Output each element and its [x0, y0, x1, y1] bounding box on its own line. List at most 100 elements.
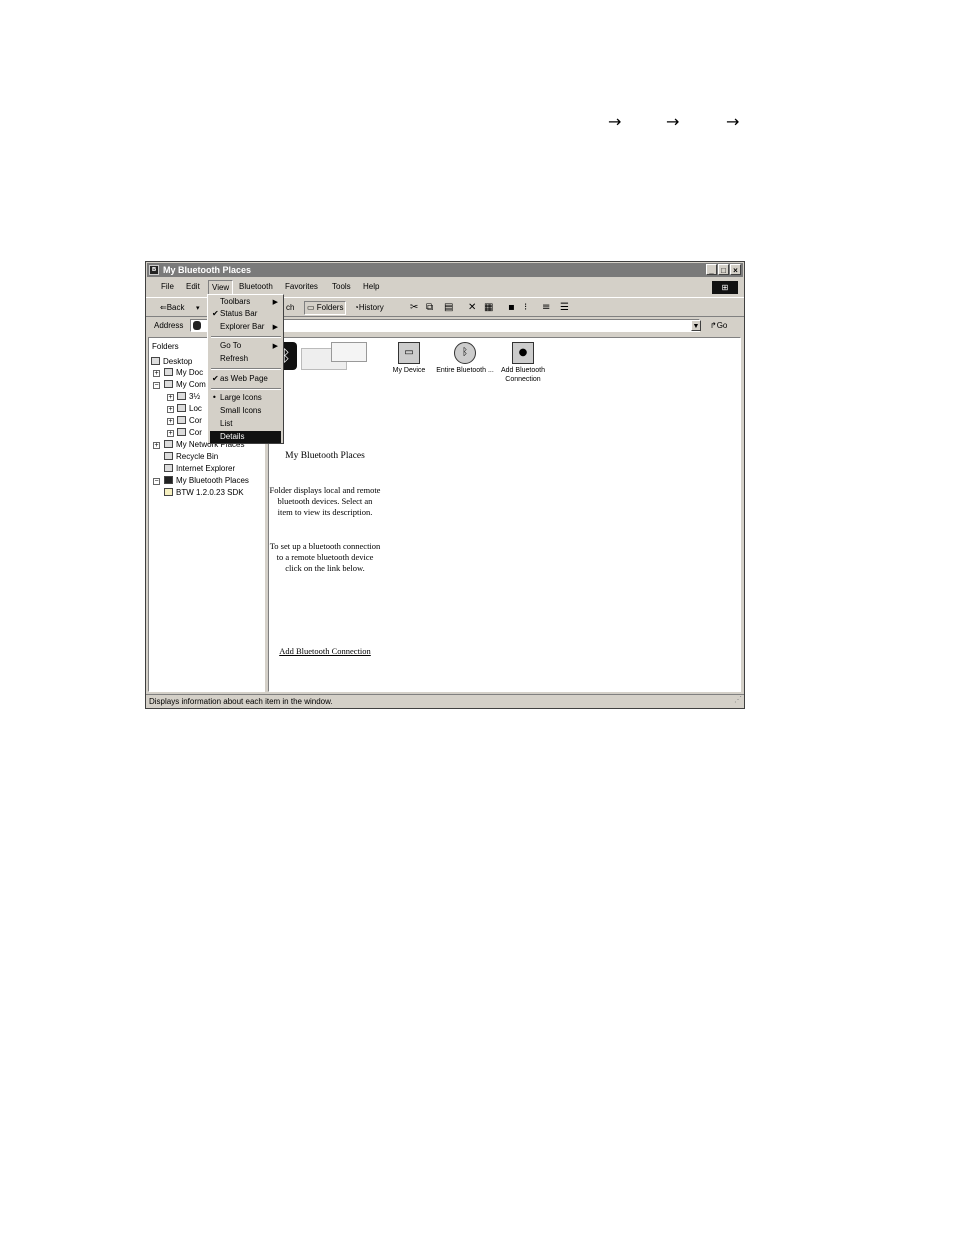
small-icons-view-icon[interactable]: ⁝	[524, 302, 527, 314]
recycle-bin-icon	[164, 452, 173, 460]
control-panel-icon	[177, 428, 186, 436]
wizard-icon: ●	[512, 342, 534, 364]
menu-edit[interactable]: Edit	[183, 279, 203, 295]
menu-bluetooth[interactable]: Bluetooth	[236, 279, 276, 295]
menu-view[interactable]: View	[208, 280, 234, 295]
address-dropdown-icon[interactable]: ▼	[691, 320, 701, 331]
menu-separator	[211, 388, 281, 390]
tree-item-control-1[interactable]: Cor	[177, 416, 202, 426]
tree-item-bluetooth-places[interactable]: My Bluetooth Places	[164, 476, 249, 486]
menu-item-go-to[interactable]: Go To ▶	[210, 340, 281, 352]
expand-icon[interactable]: +	[153, 370, 160, 377]
device-label: Add Bluetooth Connection	[501, 367, 545, 383]
menu-tools[interactable]: Tools	[329, 279, 354, 295]
back-button[interactable]: ⇐Back	[160, 302, 185, 314]
radio-bullet-icon: •	[212, 393, 217, 402]
device-label: My Device	[392, 367, 426, 374]
resize-grip-icon[interactable]: ⋰	[734, 693, 742, 707]
submenu-arrow-icon: ▶	[272, 323, 278, 331]
go-button[interactable]: ↱Go	[710, 321, 727, 330]
menu-item-large-icons[interactable]: • Large Icons	[210, 392, 281, 404]
details-view-icon[interactable]: ☰	[560, 302, 569, 314]
tree-item-recycle-bin[interactable]: Recycle Bin	[164, 452, 218, 462]
bluetooth-banner: ᛒ	[275, 340, 367, 372]
tree-item-local-disk[interactable]: Loc	[177, 404, 202, 414]
menu-separator	[211, 368, 281, 370]
back-dropdown-icon[interactable]: ▾	[196, 302, 200, 314]
menu-help[interactable]: Help	[360, 279, 382, 295]
checkmark-icon: ✔	[212, 309, 219, 318]
arrow-glyph: →	[608, 112, 622, 131]
tree-item-my-documents[interactable]: My Doc	[164, 368, 203, 378]
menu-item-refresh[interactable]: Refresh	[210, 353, 281, 365]
menu-file[interactable]: File	[158, 279, 177, 295]
tree-item-floppy[interactable]: 3½	[177, 392, 200, 402]
tree-item-btw-sdk[interactable]: BTW 1.2.0.23 SDK	[164, 488, 244, 498]
cut-icon[interactable]: ✂	[410, 302, 418, 314]
description-text: To set up a bluetooth connection to a re…	[269, 541, 381, 573]
menu-favorites[interactable]: Favorites	[282, 279, 321, 295]
history-button[interactable]: ◔History	[354, 302, 384, 314]
menu-item-list[interactable]: List	[210, 418, 281, 430]
menu-separator	[211, 336, 281, 338]
submenu-arrow-icon: ▶	[272, 298, 278, 306]
menu-item-status-bar[interactable]: ✔ Status Bar	[210, 308, 281, 320]
description-title: My Bluetooth Places	[285, 451, 365, 461]
folders-header: Folders	[152, 342, 179, 351]
tree-item-control-2[interactable]: Cor	[177, 428, 202, 438]
bluetooth-icon: ʙ	[149, 265, 159, 275]
bluetooth-icon	[164, 476, 173, 484]
add-connection-link[interactable]: Add Bluetooth Connection	[269, 646, 381, 657]
expand-icon[interactable]: +	[153, 442, 160, 449]
folders-button[interactable]: ▭ Folders	[304, 301, 347, 315]
title-bar[interactable]: ʙ My Bluetooth Places _ □ ×	[147, 263, 743, 277]
network-icon	[164, 440, 173, 448]
tree-item-my-computer[interactable]: My Com	[164, 380, 206, 390]
expand-icon[interactable]: +	[167, 418, 174, 425]
folder-icon	[164, 488, 173, 496]
menu-item-explorer-bar[interactable]: Explorer Bar ▶	[210, 321, 281, 333]
device-add-connection[interactable]: ● Add Bluetooth Connection	[491, 342, 555, 384]
desktop-icon	[151, 357, 160, 365]
internet-explorer-icon	[164, 464, 173, 472]
copy-icon[interactable]: ⧉	[426, 302, 433, 314]
properties-icon[interactable]: ▦	[484, 302, 493, 314]
folders-icon: ▭	[307, 303, 315, 312]
checkmark-icon: ✔	[212, 374, 219, 383]
menu-item-web-page[interactable]: ✔ as Web Page	[210, 373, 281, 385]
device-entire-bluetooth[interactable]: ᛒ Entire Bluetooth ...	[433, 342, 497, 375]
maximize-button[interactable]: □	[718, 264, 729, 275]
large-icons-view-icon[interactable]: ▪	[508, 302, 515, 314]
arrow-glyph: →	[666, 112, 680, 131]
computer-icon	[164, 380, 173, 388]
tree-item-desktop[interactable]: Desktop	[151, 357, 192, 367]
banner-graphic	[331, 342, 367, 362]
minimize-button[interactable]: _	[706, 264, 717, 275]
menu-bar: File Edit View Bluetooth Favorites Tools…	[146, 279, 744, 295]
submenu-arrow-icon: ▶	[272, 342, 278, 350]
tree-item-internet-explorer[interactable]: Internet Explorer	[164, 464, 235, 474]
laptop-icon: ▭	[398, 342, 420, 364]
device-label: Entire Bluetooth ...	[436, 367, 494, 374]
device-my-device[interactable]: ▭ My Device	[377, 342, 441, 375]
search-button[interactable]: ch	[286, 302, 294, 314]
address-label: Address	[154, 321, 184, 330]
close-button[interactable]: ×	[730, 264, 741, 275]
collapse-icon[interactable]: −	[153, 478, 160, 485]
delete-icon[interactable]: ✕	[468, 302, 476, 314]
collapse-icon[interactable]: −	[153, 382, 160, 389]
expand-icon[interactable]: +	[167, 394, 174, 401]
window-title: My Bluetooth Places	[163, 265, 252, 275]
menu-item-details[interactable]: Details	[210, 431, 281, 443]
paste-icon[interactable]: ▤	[444, 302, 453, 314]
description-text: Folder displays local and remote bluetoo…	[269, 485, 381, 517]
go-arrow-icon: ↱	[710, 321, 717, 330]
menu-item-toolbars[interactable]: Toolbars ▶	[210, 296, 281, 308]
expand-icon[interactable]: +	[167, 430, 174, 437]
floppy-drive-icon	[177, 392, 186, 400]
drive-icon	[177, 416, 186, 424]
status-text: Displays information about each item in …	[149, 697, 333, 706]
menu-item-small-icons[interactable]: Small Icons	[210, 405, 281, 417]
expand-icon[interactable]: +	[167, 406, 174, 413]
list-view-icon[interactable]: ≡	[542, 302, 550, 314]
